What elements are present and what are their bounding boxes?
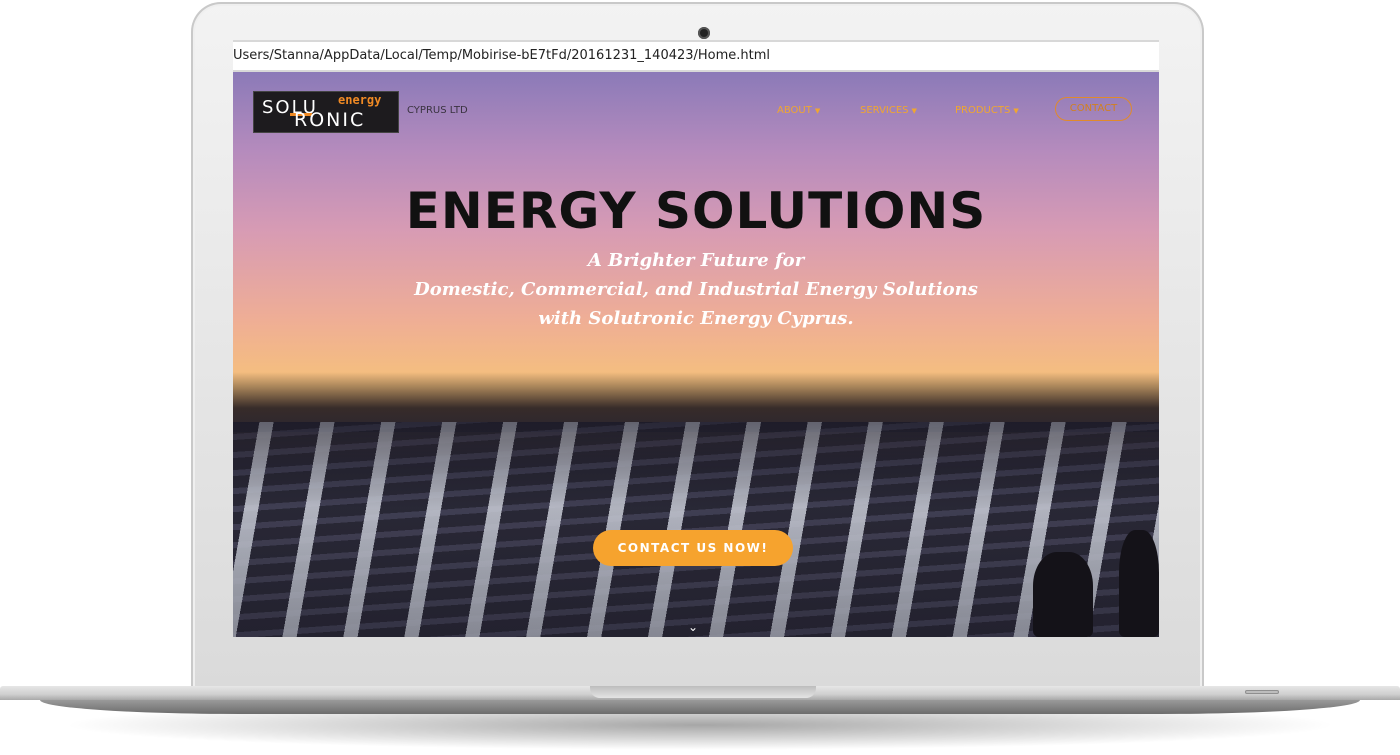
nav-products[interactable]: PRODUCTS ▼ [955,105,1019,116]
nav-label: SERVICES [860,105,909,116]
hero-section: SOLU energy RONIC CYPRUS LTD ABOUT ▼ SERV… [233,72,1159,637]
contact-button[interactable]: CONTACT [1055,97,1132,121]
company-name: CYPRUS LTD [407,105,468,116]
hero-subtitle-line: with Solutronic Energy Cyprus. [538,308,854,329]
site-logo[interactable]: SOLU energy RONIC [253,91,399,133]
laptop-notch [590,686,816,698]
contact-us-now-button[interactable]: CONTACT US NOW! [593,530,793,566]
address-bar[interactable]: Users/Stanna/AppData/Local/Temp/Mobirise… [233,40,1159,72]
nav-services[interactable]: SERVICES ▼ [860,105,917,116]
nav-label: PRODUCTS [955,105,1011,116]
person-silhouette [1119,530,1159,637]
hero-title: ENERGY SOLUTIONS [405,182,987,240]
logo-text-bottom: RONIC [294,109,366,131]
nav-label: ABOUT [777,105,812,116]
hero-subtitle-line: A Brighter Future for [587,250,805,271]
address-text: Users/Stanna/AppData/Local/Temp/Mobirise… [233,48,771,63]
chevron-down-icon: ▼ [1013,107,1019,115]
status-light [1245,690,1279,694]
chevron-down-icon: ▼ [911,107,917,115]
hero-subtitle-line: Domestic, Commercial, and Industrial Ene… [414,279,978,300]
chevron-down-icon: ▼ [814,107,821,115]
laptop-screen: Users/Stanna/AppData/Local/Temp/Mobirise… [233,40,1159,637]
chevron-down-icon[interactable]: ⌄ [688,620,698,634]
nav-about[interactable]: ABOUT ▼ [777,105,820,116]
logo-tagline: energy [338,93,382,107]
webcam-icon [698,27,710,39]
laptop-base-bottom [40,700,1360,714]
person-silhouette [1033,552,1093,637]
